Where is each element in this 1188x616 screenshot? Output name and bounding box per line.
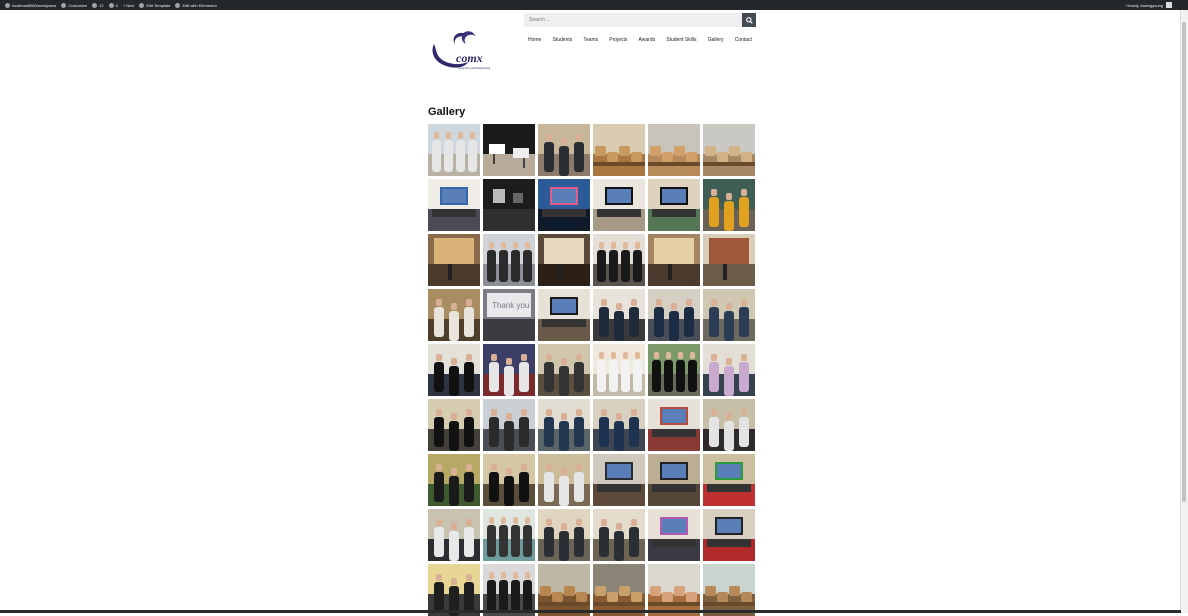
howdy-text: Howdy, kwangyoung (1126, 2, 1163, 8)
logo-tagline: Computing and Engineering (458, 66, 491, 70)
nav-gallery[interactable]: Gallery (708, 37, 724, 43)
gallery-photo[interactable] (593, 234, 645, 286)
gallery-photo[interactable] (703, 289, 755, 341)
gallery-photo[interactable] (428, 289, 480, 341)
elementor-icon (175, 2, 181, 8)
gallery-photo[interactable] (703, 179, 755, 231)
comment-icon (108, 2, 114, 8)
gallery-photo[interactable] (703, 454, 755, 506)
admin-bar-new[interactable]: + New (123, 3, 134, 8)
scrollbar-thumb[interactable] (1182, 22, 1186, 502)
admin-bar-account[interactable]: Howdy, kwangyoung (1126, 0, 1172, 10)
admin-bar-new-label: New (126, 2, 135, 8)
gallery-photo[interactable] (428, 124, 480, 176)
gallery-photo[interactable] (428, 399, 480, 451)
gallery-photo[interactable] (483, 454, 535, 506)
admin-bar-customize[interactable]: Customize (61, 2, 88, 8)
gallery-photo[interactable] (538, 564, 590, 616)
gallery-photo[interactable] (593, 179, 645, 231)
gallery-photo[interactable] (703, 399, 755, 451)
gallery-photo[interactable] (538, 509, 590, 561)
logo-text: comx (456, 51, 483, 65)
gallery-photo[interactable] (648, 509, 700, 561)
scrollbar[interactable] (1180, 10, 1188, 613)
admin-bar-comments-count: 0 (115, 2, 118, 8)
search-form (524, 13, 756, 27)
admin-bar-comments[interactable]: 0 (108, 2, 118, 8)
gallery-photo[interactable] (428, 179, 480, 231)
gallery-photo[interactable] (538, 124, 590, 176)
search-input[interactable] (524, 13, 742, 27)
gallery-photo[interactable] (428, 454, 480, 506)
admin-bar-edit-template-label: Edit Template (146, 2, 171, 8)
gallery-photo[interactable] (593, 564, 645, 616)
gallery-photo[interactable] (703, 124, 755, 176)
gallery-photo[interactable] (538, 234, 590, 286)
gallery-photo[interactable] (703, 564, 755, 616)
gallery-photo[interactable] (648, 344, 700, 396)
gallery-photo[interactable] (648, 124, 700, 176)
gallery-photo[interactable] (538, 399, 590, 451)
admin-bar-customize-label: Customize (68, 2, 88, 8)
nav-student-skills[interactable]: Student Skills (666, 37, 696, 43)
admin-bar-updates[interactable]: 12 (92, 2, 104, 8)
wordpress-icon (5, 2, 10, 8)
gallery-photo[interactable] (428, 234, 480, 286)
gallery-photo[interactable] (483, 124, 535, 176)
gallery-photo[interactable] (648, 289, 700, 341)
gallery-photo[interactable] (483, 564, 535, 616)
gallery-photo[interactable] (538, 454, 590, 506)
gallery-photo[interactable] (593, 509, 645, 561)
gallery-photo[interactable] (703, 234, 755, 286)
gallery-photo[interactable] (593, 344, 645, 396)
gallery-photo[interactable] (648, 454, 700, 506)
gallery-photo[interactable] (648, 234, 700, 286)
main-nav: Home Students Teams Projects Awards Stud… (524, 37, 756, 43)
pencil-icon (139, 2, 145, 8)
nav-projects[interactable]: Projects (609, 37, 627, 43)
gallery-photo[interactable] (648, 564, 700, 616)
gallery-photo[interactable] (483, 509, 535, 561)
gallery-photo[interactable] (428, 509, 480, 561)
nav-teams[interactable]: Teams (583, 37, 598, 43)
gallery-grid: Thank you (428, 124, 758, 616)
admin-bar-edit-template[interactable]: Edit Template (139, 2, 171, 8)
nav-awards[interactable]: Awards (639, 37, 656, 43)
admin-bar-site[interactable]: localhost8080/wordpress (5, 2, 57, 8)
gallery-photo[interactable] (483, 179, 535, 231)
updates-icon (92, 2, 98, 8)
gallery-photo[interactable] (428, 564, 480, 616)
gallery-photo[interactable] (483, 399, 535, 451)
avatar (1166, 2, 1172, 8)
gallery-photo[interactable] (648, 399, 700, 451)
nav-home[interactable]: Home (528, 37, 541, 43)
site-logo[interactable]: comx Computing and Engineering (428, 28, 498, 74)
page-title: Gallery (428, 106, 466, 118)
nav-contact[interactable]: Contact (735, 37, 752, 43)
brush-icon (61, 2, 67, 8)
gallery-photo[interactable] (538, 179, 590, 231)
gallery-photo[interactable] (593, 124, 645, 176)
gallery-photo[interactable]: Thank you (483, 289, 535, 341)
gallery-photo[interactable] (538, 344, 590, 396)
admin-bar: localhost8080/wordpress Customize 12 0 +… (0, 0, 1188, 10)
svg-text:Thank you: Thank you (492, 301, 529, 310)
nav-students[interactable]: Students (553, 37, 573, 43)
search-button[interactable] (742, 13, 756, 27)
gallery-photo[interactable] (703, 509, 755, 561)
gallery-photo[interactable] (593, 289, 645, 341)
admin-bar-updates-count: 12 (99, 2, 104, 8)
admin-bar-elementor-label: Edit with Elementor (182, 2, 217, 8)
search-icon (745, 16, 753, 24)
gallery-photo[interactable] (428, 344, 480, 396)
admin-bar-elementor[interactable]: Edit with Elementor (175, 2, 217, 8)
gallery-photo[interactable] (648, 179, 700, 231)
admin-bar-site-label: localhost8080/wordpress (12, 2, 57, 8)
gallery-photo[interactable] (593, 399, 645, 451)
gallery-photo[interactable] (593, 454, 645, 506)
gallery-photo[interactable] (483, 344, 535, 396)
gallery-photo[interactable] (538, 289, 590, 341)
gallery-photo[interactable] (483, 234, 535, 286)
gallery-photo[interactable] (703, 344, 755, 396)
